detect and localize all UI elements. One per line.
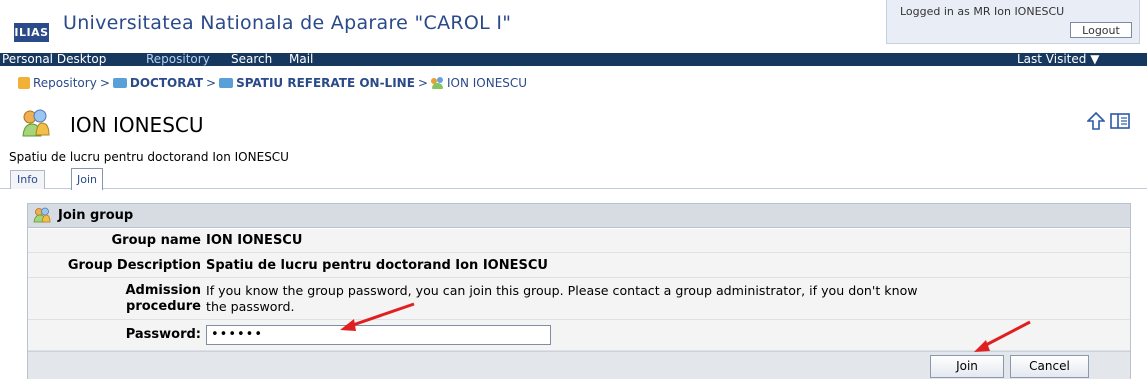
breadcrumb-spatiu-referate[interactable]: SPATIU REFERATE ON-LINE xyxy=(236,76,415,90)
join-button[interactable]: Join xyxy=(930,355,1004,378)
login-status: Logged in as MR Ion IONESCU xyxy=(900,5,1065,18)
breadcrumb-ion-ionescu[interactable]: ION IONESCU xyxy=(447,76,527,90)
group-name-label: Group name xyxy=(111,233,202,248)
menu-search[interactable]: Search xyxy=(231,51,272,68)
ilias-logo: ILIAS xyxy=(14,23,49,42)
breadcrumb: Repository > DOCTORAT > SPATIU REFERATE ON-L… xyxy=(18,76,527,90)
menu-repository[interactable]: Repository xyxy=(146,51,210,68)
breadcrumb-doctorat[interactable]: DOCTORAT xyxy=(130,76,203,90)
annotation-arrow-join xyxy=(974,320,1031,352)
group-icon xyxy=(33,207,51,223)
page-title: ION IONESCU xyxy=(70,113,204,137)
last-visited-menu[interactable]: Last Visited ▼ xyxy=(1017,51,1099,68)
cancel-button[interactable]: Cancel xyxy=(1010,355,1089,378)
tab-join[interactable]: Join xyxy=(71,168,104,190)
admission-label: Admission xyxy=(125,283,202,298)
folder-icon xyxy=(219,78,234,88)
password-label: Password: xyxy=(125,327,201,342)
repository-icon xyxy=(18,77,30,89)
up-arrow-icon[interactable] xyxy=(1087,112,1105,130)
breadcrumb-repository[interactable]: Repository xyxy=(33,76,97,90)
annotation-arrow-password xyxy=(340,302,415,331)
logout-button[interactable]: Logout xyxy=(1070,22,1132,38)
form-header xyxy=(28,204,1130,228)
folder-icon xyxy=(112,78,127,88)
tab-divider xyxy=(0,188,1147,189)
page-description: Spatiu de lucru pentru doctorand Ion ION… xyxy=(9,150,289,164)
admission-text-line2: the password. xyxy=(206,299,295,314)
group-description-value: Spatiu de lucru pentru doctorand Ion ION… xyxy=(206,258,548,273)
group-name-value: ION IONESCU xyxy=(206,233,303,248)
admission-text: If you know the group password, you can … xyxy=(206,283,918,298)
menu-personal-desktop[interactable]: Personal Desktop xyxy=(2,51,106,68)
group-icon xyxy=(20,109,50,137)
tree-view-icon[interactable] xyxy=(1110,112,1130,130)
group-description-label: Group Description xyxy=(67,258,201,273)
admission-label-line2: procedure xyxy=(126,299,201,314)
menu-mail[interactable]: Mail xyxy=(289,51,313,68)
site-title: Universitatea Nationala de Aparare "CARO… xyxy=(63,12,512,34)
group-icon xyxy=(430,77,444,89)
tab-info[interactable]: Info xyxy=(10,170,45,189)
form-title: Join group xyxy=(58,208,134,223)
